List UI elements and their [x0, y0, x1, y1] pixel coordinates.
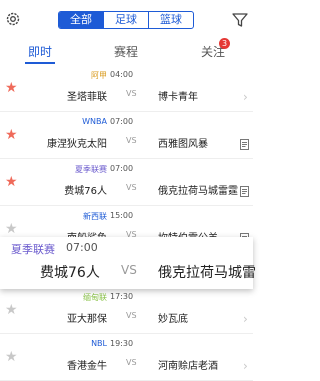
star-icon[interactable]: ★ [5, 81, 18, 95]
chevron-right-icon[interactable]: › [243, 312, 248, 326]
vs-label: VS [126, 136, 137, 145]
vs-label: VS [126, 89, 137, 98]
main-tabs: 即时 赛程 关注 3 [0, 38, 253, 66]
match-row[interactable]: ★ 阿甲 04:00 圣塔菲联 VS 博卡青年 › [0, 65, 253, 112]
banner-vs: VS [121, 263, 137, 277]
match-time: 04:00 [110, 70, 134, 79]
banner-away-team: 俄克拉荷马城雷 [158, 265, 256, 281]
banner-time: 07:00 [66, 241, 98, 254]
tab-schedule[interactable]: 赛程 [114, 43, 138, 60]
league-label: WNBA [82, 117, 107, 126]
vs-label: VS [126, 358, 137, 367]
top-bar: 全部 足球 篮球 [0, 0, 253, 40]
match-time: 07:00 [110, 164, 134, 173]
star-icon[interactable]: ★ [5, 303, 18, 317]
segment-basketball[interactable]: 篮球 [148, 12, 193, 28]
match-banner[interactable]: 夏季联赛 07:00 费城76人 VS 俄克拉荷马城雷 [0, 237, 256, 289]
match-time: 19:30 [110, 339, 134, 348]
match-row[interactable]: ★ 夏季联赛 07:00 费城76人 VS 俄克拉荷马城雷霆 [0, 159, 253, 206]
document-icon[interactable] [240, 139, 249, 150]
banner-home-team: 费城76人 [40, 265, 100, 281]
league-label: 夏季联赛 [75, 165, 107, 174]
follow-count-badge: 3 [219, 38, 230, 49]
home-team: 费城76人 [64, 186, 107, 197]
star-icon[interactable]: ★ [5, 128, 18, 142]
segment-all[interactable]: 全部 [59, 12, 103, 28]
league-label: 新西联 [83, 212, 107, 221]
away-team: 俄克拉荷马城雷霆 [158, 186, 238, 197]
match-time: 17:30 [110, 292, 134, 301]
banner-league: 夏季联赛 [11, 243, 55, 256]
star-icon[interactable]: ★ [5, 350, 18, 364]
home-team: 康涅狄克太阳 [47, 139, 107, 150]
vs-label: VS [126, 183, 137, 192]
filter-icon[interactable] [232, 12, 248, 28]
home-team: 圣塔菲联 [67, 92, 107, 103]
chevron-right-icon[interactable]: › [243, 359, 248, 373]
vs-label: VS [126, 311, 137, 320]
away-team: 河南赊店老酒 [158, 361, 218, 372]
chevron-right-icon[interactable]: › [243, 90, 248, 104]
league-label: NBL [91, 339, 107, 348]
tab-live[interactable]: 即时 [28, 43, 52, 60]
league-label: 缅甸联 [83, 293, 107, 302]
away-team: 西雅图风暴 [158, 139, 208, 150]
star-icon[interactable]: ★ [5, 175, 18, 189]
active-tab-indicator [25, 62, 55, 64]
sport-segmented-control: 全部 足球 篮球 [58, 11, 194, 29]
away-team: 妙瓦底 [158, 314, 188, 325]
star-icon[interactable]: ★ [5, 222, 18, 236]
match-time: 07:00 [110, 117, 134, 126]
match-row[interactable]: ★ 缅甸联 17:30 亚大那保 VS 妙瓦底 › [0, 287, 253, 334]
home-team: 亚大那保 [67, 314, 107, 325]
league-label: 阿甲 [91, 71, 107, 80]
segment-football[interactable]: 足球 [103, 12, 148, 28]
gear-icon[interactable] [5, 11, 21, 27]
match-row[interactable]: ★ WNBA 07:00 康涅狄克太阳 VS 西雅图风暴 [0, 112, 253, 159]
document-icon[interactable] [240, 186, 249, 197]
away-team: 博卡青年 [158, 92, 198, 103]
match-time: 15:00 [110, 211, 134, 220]
home-team: 香港金牛 [67, 361, 107, 372]
